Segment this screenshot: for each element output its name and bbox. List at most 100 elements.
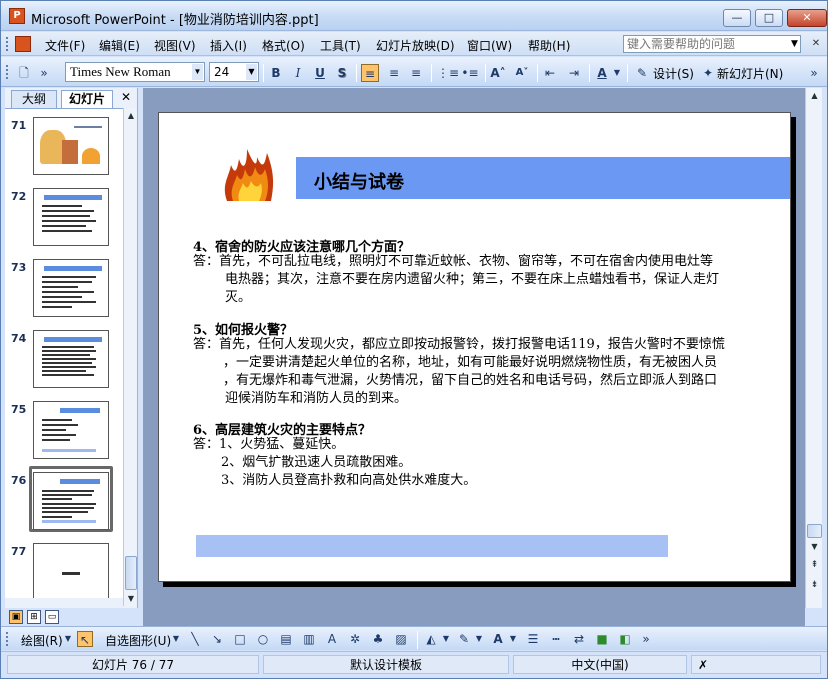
- document-close-icon[interactable]: ✕: [809, 38, 823, 52]
- chevron-down-icon[interactable]: ▼: [171, 631, 181, 647]
- slide-thumbnail-76[interactable]: [33, 472, 109, 530]
- design-icon[interactable]: ✎: [633, 64, 651, 82]
- maximize-button[interactable]: □: [755, 9, 783, 27]
- help-search-input[interactable]: 键入需要帮助的问题: [623, 35, 801, 53]
- slide-thumbnail-75[interactable]: [33, 401, 109, 459]
- dash-style-icon[interactable]: ┅: [548, 631, 564, 647]
- language-status[interactable]: 中文(中国): [513, 655, 687, 674]
- scroll-down-icon[interactable]: ▼: [807, 540, 822, 554]
- next-slide-icon[interactable]: ⇟: [807, 578, 822, 592]
- toolbar-grip-handle[interactable]: [5, 36, 9, 52]
- line-style-icon[interactable]: ☰: [525, 631, 541, 647]
- new-document-icon[interactable]: 🗋: [15, 64, 33, 82]
- slideshow-view-icon[interactable]: ▭: [45, 610, 59, 624]
- normal-view-icon[interactable]: ▣: [9, 610, 23, 624]
- chevron-down-icon[interactable]: ▼: [441, 631, 451, 647]
- close-window-button[interactable]: ✕: [787, 9, 827, 27]
- chevron-down-icon[interactable]: ▼: [246, 64, 257, 80]
- numbering-icon[interactable]: ⋮≡: [437, 64, 459, 82]
- rectangle-tool-icon[interactable]: □: [232, 631, 248, 647]
- align-center-icon[interactable]: ≡: [385, 64, 403, 82]
- flame-image[interactable]: [221, 141, 277, 203]
- help-dropdown-icon[interactable]: ▼: [791, 35, 803, 53]
- scroll-thumb[interactable]: [125, 556, 137, 590]
- draw-menu-button[interactable]: 绘图(R): [21, 632, 63, 649]
- arrow-tool-icon[interactable]: ↘: [209, 631, 225, 647]
- arrow-style-icon[interactable]: ⇄: [571, 631, 587, 647]
- diagram-icon[interactable]: ✲: [347, 631, 363, 647]
- menu-help[interactable]: 帮助(H): [528, 37, 570, 54]
- slide-thumbnail-77[interactable]: [33, 543, 109, 598]
- font-size-select[interactable]: 24 ▼: [209, 62, 259, 82]
- menu-window[interactable]: 窗口(W): [467, 37, 512, 54]
- decrease-font-icon[interactable]: A˅: [513, 64, 531, 82]
- scroll-up-icon[interactable]: ▲: [125, 109, 137, 123]
- shadow-style-icon[interactable]: ■: [594, 631, 610, 647]
- font-color-icon[interactable]: A: [593, 64, 611, 82]
- toolbar-options-icon[interactable]: »: [39, 64, 49, 82]
- slide-title[interactable]: 小结与试卷: [314, 168, 404, 194]
- menu-file[interactable]: 文件(F): [45, 37, 85, 54]
- line-color-icon[interactable]: ✎: [456, 631, 472, 647]
- thumbnail-scrollbar[interactable]: ▲ ▼: [123, 108, 137, 606]
- picture-icon[interactable]: ▨: [393, 631, 409, 647]
- document-icon[interactable]: [15, 36, 31, 52]
- design-button[interactable]: 设计(S): [653, 65, 694, 82]
- select-pointer-icon[interactable]: ↖: [77, 631, 93, 647]
- powerpoint-app-icon[interactable]: P: [9, 8, 25, 24]
- line-tool-icon[interactable]: ╲: [187, 631, 203, 647]
- font-name-select[interactable]: Times New Roman ▼: [65, 62, 205, 82]
- previous-slide-icon[interactable]: ⇞: [807, 558, 822, 572]
- align-right-icon[interactable]: ≡: [407, 64, 425, 82]
- 3d-style-icon[interactable]: ◧: [617, 631, 633, 647]
- slide-sorter-icon[interactable]: ⊞: [27, 610, 41, 624]
- menu-slideshow[interactable]: 幻灯片放映(D): [376, 37, 455, 54]
- slide-thumbnail-74[interactable]: [33, 330, 109, 388]
- spelling-status-icon[interactable]: ✗: [691, 655, 821, 674]
- textbox-tool-icon[interactable]: ▤: [278, 631, 294, 647]
- menu-edit[interactable]: 编辑(E): [99, 37, 140, 54]
- autoshapes-button[interactable]: 自选图形(U): [105, 632, 171, 649]
- menu-tools[interactable]: 工具(T): [320, 37, 361, 54]
- menu-view[interactable]: 视图(V): [154, 37, 196, 54]
- increase-font-icon[interactable]: A˄: [489, 64, 507, 82]
- new-slide-icon[interactable]: ✦: [699, 64, 717, 82]
- slide-thumbnail-71[interactable]: [33, 117, 109, 175]
- clipart-icon[interactable]: ♣: [370, 631, 386, 647]
- oval-tool-icon[interactable]: ○: [255, 631, 271, 647]
- fill-color-icon[interactable]: ◭: [423, 631, 439, 647]
- bold-button[interactable]: B: [267, 64, 285, 82]
- increase-indent-icon[interactable]: ⇥: [565, 64, 583, 82]
- design-template-status[interactable]: 默认设计模板: [263, 655, 509, 674]
- editor-vertical-scrollbar[interactable]: ▲ ▼ ⇞ ⇟: [805, 88, 822, 608]
- close-icon[interactable]: ✕: [119, 90, 133, 104]
- font-color-icon[interactable]: A: [490, 631, 506, 647]
- scroll-thumb[interactable]: [807, 524, 822, 538]
- chevron-down-icon[interactable]: ▼: [612, 64, 622, 82]
- slide-thumbnail-72[interactable]: [33, 188, 109, 246]
- tab-slides[interactable]: 幻灯片: [61, 90, 113, 108]
- toolbar-options-icon[interactable]: »: [641, 631, 651, 647]
- toolbar-grip-handle[interactable]: [5, 631, 9, 647]
- shadow-button[interactable]: S: [333, 64, 351, 82]
- menu-insert[interactable]: 插入(I): [210, 37, 247, 54]
- chevron-down-icon[interactable]: ▼: [63, 631, 73, 647]
- chevron-down-icon[interactable]: ▼: [474, 631, 484, 647]
- new-slide-button[interactable]: 新幻灯片(N): [717, 65, 783, 82]
- vertical-textbox-icon[interactable]: ▥: [301, 631, 317, 647]
- toolbar-options-icon[interactable]: »: [809, 64, 819, 82]
- tab-outline[interactable]: 大纲: [11, 90, 57, 108]
- align-left-icon[interactable]: ≡: [361, 64, 379, 82]
- chevron-down-icon[interactable]: ▼: [508, 631, 518, 647]
- scroll-down-icon[interactable]: ▼: [125, 592, 137, 606]
- slide-canvas[interactable]: 小结与试卷 4、宿舍的防火应该注意哪几个方面？ 答：首先，不可乱拉电线，照明灯不…: [158, 112, 791, 582]
- chevron-down-icon[interactable]: ▼: [192, 64, 203, 80]
- toolbar-grip-handle[interactable]: [5, 64, 9, 80]
- underline-button[interactable]: U: [311, 64, 329, 82]
- scroll-up-icon[interactable]: ▲: [807, 89, 822, 103]
- wordart-icon[interactable]: A: [324, 631, 340, 647]
- decrease-indent-icon[interactable]: ⇤: [541, 64, 559, 82]
- menu-format[interactable]: 格式(O): [262, 37, 305, 54]
- italic-button[interactable]: I: [289, 64, 307, 82]
- bullets-icon[interactable]: •≡: [461, 64, 479, 82]
